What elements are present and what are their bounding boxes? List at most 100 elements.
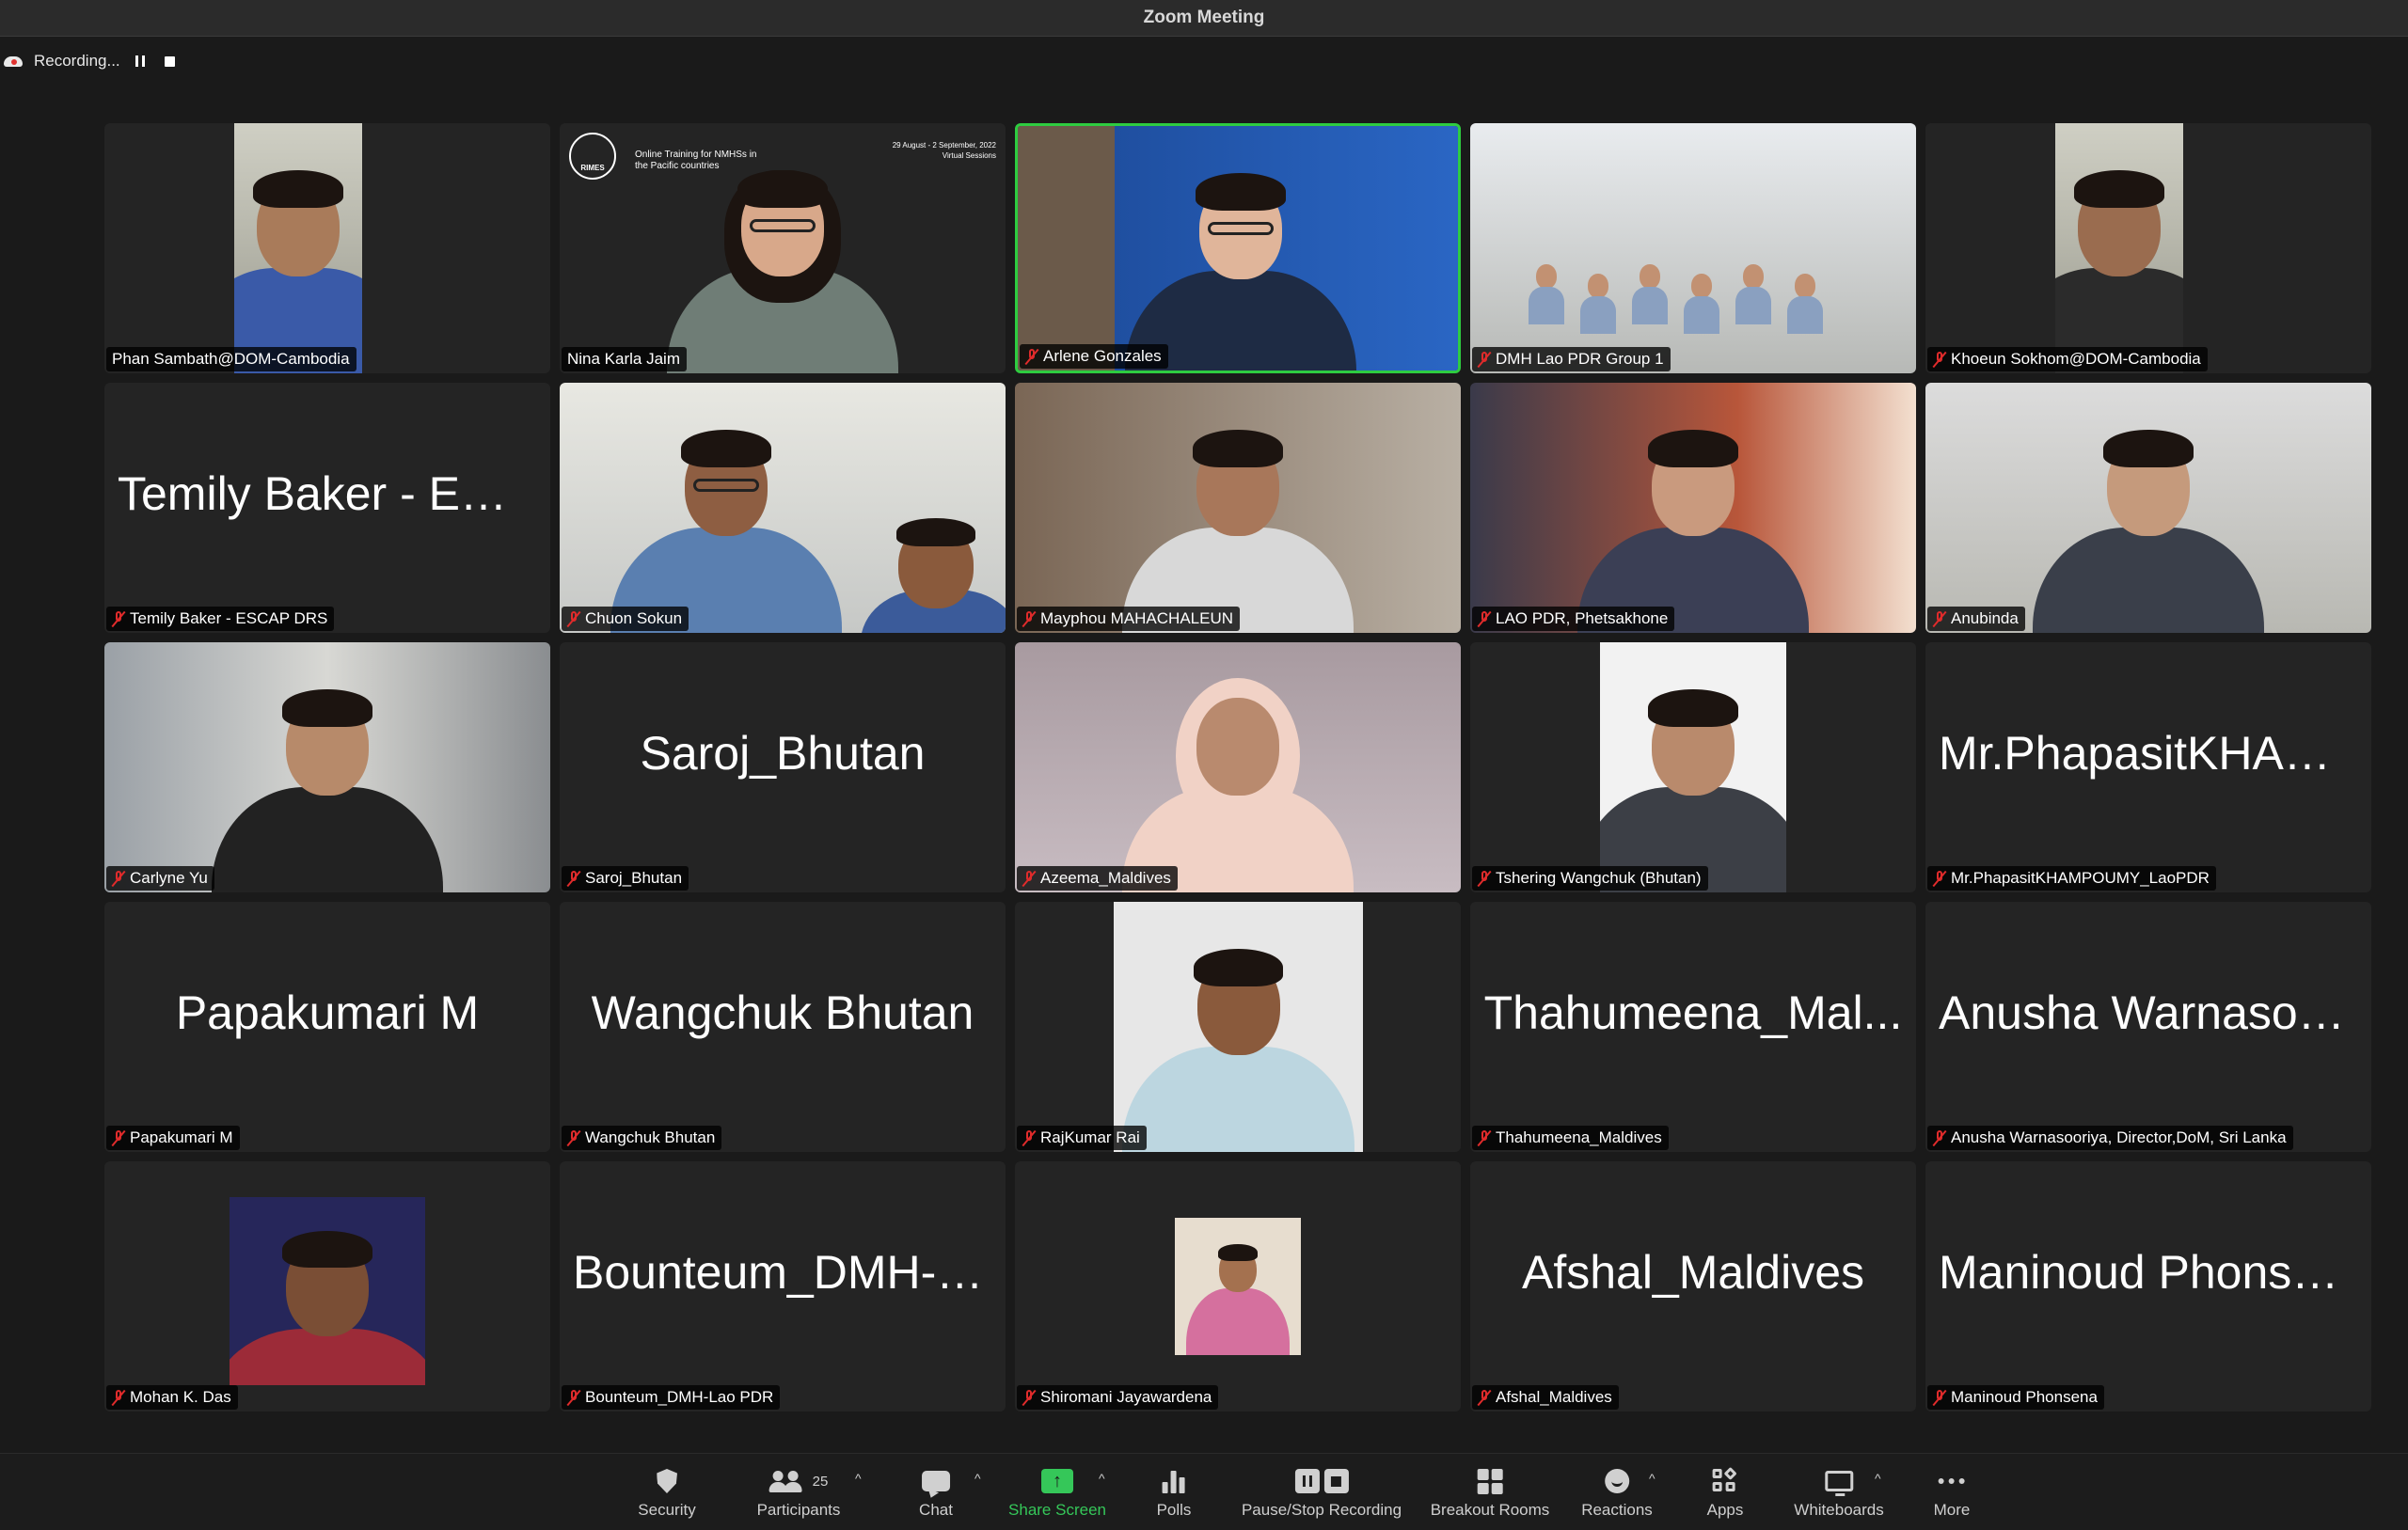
participant-nameplate: Nina Karla Jaim: [562, 347, 687, 371]
participants-label: Participants: [756, 1501, 841, 1519]
participant-nameplate: Mr.PhapasitKHAMPOUMY_LaoPDR: [1927, 866, 2216, 891]
pause-recording-button[interactable]: [130, 51, 150, 71]
breakout-rooms-label: Breakout Rooms: [1430, 1501, 1550, 1519]
mic-muted-icon: [112, 610, 125, 627]
breakout-rooms-icon: [1477, 1468, 1503, 1494]
stop-recording-button[interactable]: [160, 51, 181, 71]
stop-icon: [165, 55, 176, 67]
participant-tile[interactable]: Tshering Wangchuk (Bhutan): [1470, 642, 1916, 892]
participant-name: Shiromani Jayawardena: [1040, 1388, 1212, 1406]
participant-video: [234, 123, 362, 373]
participant-nameplate: Saroj_Bhutan: [562, 866, 689, 891]
reactions-button[interactable]: Reactions: [1581, 1465, 1653, 1520]
participant-nameplate: Chuon Sokun: [562, 607, 689, 631]
security-button[interactable]: Security: [638, 1465, 696, 1520]
participant-name: Wangchuk Bhutan: [585, 1128, 716, 1146]
apps-icon: [1713, 1466, 1738, 1493]
participant-nameplate: Carlyne Yu: [106, 866, 214, 891]
pause-stop-recording-button[interactable]: Pause/Stop Recording: [1242, 1465, 1402, 1520]
mic-muted-icon: [112, 1389, 125, 1406]
recording-label: Recording...: [34, 52, 120, 70]
participant-tile[interactable]: Temily Baker - ESC... Temily Baker - ESCA…: [104, 383, 550, 633]
participant-nameplate: Papakumari M: [106, 1126, 240, 1150]
participant-tile[interactable]: Afshal_Maldives Afshal_Maldives: [1470, 1161, 1916, 1412]
participant-tile[interactable]: Bounteum_DMH-L... Bounteum_DMH-Lao PDR: [560, 1161, 1006, 1412]
participant-tile[interactable]: Khoeun Sokhom@DOM-Cambodia: [1925, 123, 2371, 373]
participant-big-name: Bounteum_DMH-L...: [573, 1246, 992, 1299]
participant-big-name: Anusha Warnasoor...: [1939, 986, 2358, 1039]
participant-name: Nina Karla Jaim: [567, 350, 680, 368]
mic-muted-icon: [1933, 870, 1946, 887]
chat-caret-icon[interactable]: ^: [974, 1471, 981, 1486]
participant-tile[interactable]: Papakumari M Papakumari M: [104, 902, 550, 1152]
participants-caret-icon[interactable]: ^: [855, 1471, 862, 1486]
chat-button[interactable]: Chat: [919, 1465, 953, 1520]
share-screen-button[interactable]: ↑ Share Screen: [1008, 1465, 1106, 1520]
polls-button[interactable]: Polls: [1157, 1465, 1191, 1520]
mic-muted-icon: [1022, 870, 1036, 887]
participant-name-placeholder: Bounteum_DMH-L...: [560, 1161, 1006, 1383]
recording-controls-icon: [1294, 1469, 1349, 1493]
participant-tile[interactable]: Mayphou MAHACHALEUN: [1015, 383, 1461, 633]
participant-name: Saroj_Bhutan: [585, 869, 683, 887]
whiteboards-label: Whiteboards: [1794, 1501, 1884, 1519]
participant-video: [104, 642, 550, 892]
background-subtitle: Virtual Sessions: [942, 151, 996, 160]
participant-tile[interactable]: Thahumeena_Mal... Thahumeena_Maldives: [1470, 902, 1916, 1152]
mic-muted-icon: [1025, 348, 1038, 365]
participant-video: RIMES Online Training for NMHSs in the Pa…: [560, 123, 1006, 373]
window-titlebar: Zoom Meeting: [0, 0, 2408, 37]
participants-icon: [768, 1469, 807, 1493]
participant-name: DMH Lao PDR Group 1: [1496, 350, 1664, 368]
breakout-rooms-button[interactable]: Breakout Rooms: [1430, 1465, 1550, 1520]
participant-tile[interactable]: LAO PDR, Phetsakhone: [1470, 383, 1916, 633]
reactions-label: Reactions: [1581, 1501, 1653, 1519]
participant-nameplate: Phan Sambath@DOM-Cambodia: [106, 347, 356, 371]
participant-video: [1114, 902, 1363, 1152]
participant-tile[interactable]: Chuon Sokun: [560, 383, 1006, 633]
participant-video: [230, 1197, 425, 1385]
reactions-caret-icon[interactable]: ^: [1649, 1471, 1656, 1486]
participant-tile[interactable]: Phan Sambath@DOM-Cambodia: [104, 123, 550, 373]
participant-tile[interactable]: Anusha Warnasoor... Anusha Warnasooriya, …: [1925, 902, 2371, 1152]
participant-nameplate: Wangchuk Bhutan: [562, 1126, 722, 1150]
participant-tile[interactable]: Azeema_Maldives: [1015, 642, 1461, 892]
participant-name-placeholder: Thahumeena_Mal...: [1470, 902, 1916, 1124]
participant-tile[interactable]: Mohan K. Das: [104, 1161, 550, 1412]
participant-name-placeholder: Mr.PhapasitKHAM...: [1925, 642, 2371, 864]
mic-muted-icon: [567, 870, 580, 887]
whiteboard-icon: [1825, 1471, 1853, 1496]
mic-muted-icon: [112, 1129, 125, 1146]
participant-tile[interactable]: DMH Lao PDR Group 1: [1470, 123, 1916, 373]
participant-name-placeholder: Afshal_Maldives: [1470, 1161, 1916, 1383]
mic-muted-icon: [1933, 1389, 1946, 1406]
whiteboards-button[interactable]: Whiteboards: [1794, 1465, 1884, 1520]
apps-button[interactable]: Apps: [1707, 1465, 1743, 1520]
participant-video: [1018, 126, 1458, 371]
participant-tile[interactable]: RIMES Online Training for NMHSs in the Pa…: [560, 123, 1006, 373]
participant-tile[interactable]: Saroj_Bhutan Saroj_Bhutan: [560, 642, 1006, 892]
participant-nameplate: Shiromani Jayawardena: [1017, 1385, 1219, 1410]
participant-tile[interactable]: Wangchuk Bhutan Wangchuk Bhutan: [560, 902, 1006, 1152]
participant-name-placeholder: Wangchuk Bhutan: [560, 902, 1006, 1124]
participant-big-name: Saroj_Bhutan: [640, 727, 926, 780]
participant-name-placeholder: Temily Baker - ESC...: [104, 383, 550, 605]
participant-name: Thahumeena_Maldives: [1496, 1128, 1662, 1146]
participant-big-name: Mr.PhapasitKHAM...: [1939, 727, 2358, 780]
participant-nameplate: RajKumar Rai: [1017, 1126, 1147, 1150]
participant-video: [1925, 383, 2371, 633]
participant-tile[interactable]: Carlyne Yu: [104, 642, 550, 892]
participant-big-name: Temily Baker - ESC...: [118, 467, 537, 520]
shield-icon: [656, 1469, 677, 1493]
participant-tile[interactable]: Maninoud Phonsena Maninoud Phonsena: [1925, 1161, 2371, 1412]
share-caret-icon[interactable]: ^: [1099, 1471, 1105, 1486]
participant-tile[interactable]: RajKumar Rai: [1015, 902, 1461, 1152]
participants-button[interactable]: 25 Participants: [756, 1465, 841, 1520]
more-button[interactable]: More: [1934, 1465, 1970, 1520]
participant-tile[interactable]: Mr.PhapasitKHAM... Mr.PhapasitKHAMPOUMY_L…: [1925, 642, 2371, 892]
cloud-recording-icon: [4, 55, 24, 68]
participant-tile[interactable]: Anubinda: [1925, 383, 2371, 633]
participant-tile[interactable]: Shiromani Jayawardena: [1015, 1161, 1461, 1412]
whiteboards-caret-icon[interactable]: ^: [1875, 1471, 1881, 1486]
participant-tile[interactable]: Arlene Gonzales: [1015, 123, 1461, 373]
